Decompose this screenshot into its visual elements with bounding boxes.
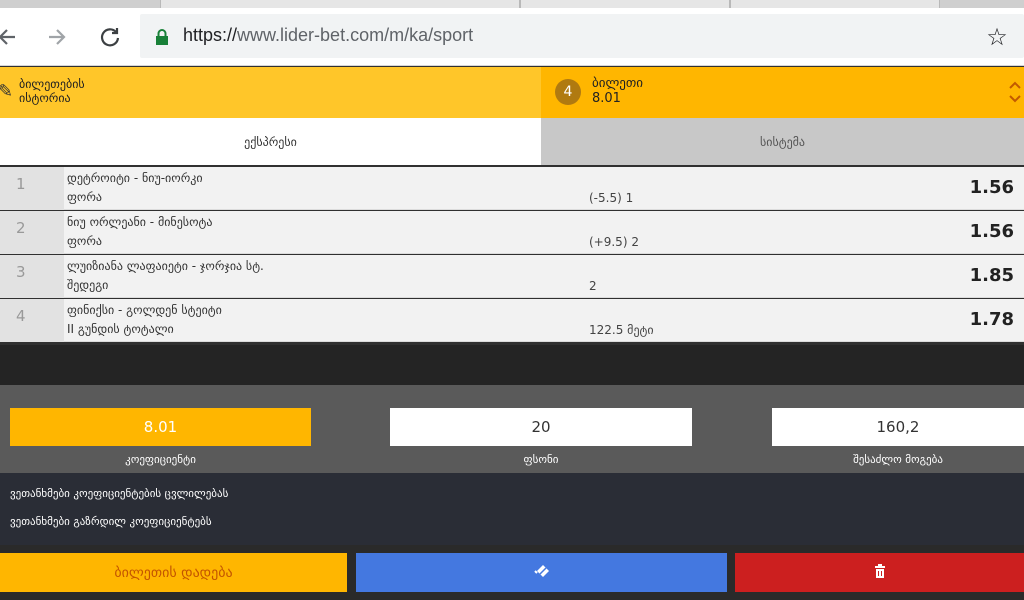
bet-market: ფორა [67, 234, 102, 248]
coefficient-field: 8.01 [10, 408, 311, 446]
bet-pick: 122.5 მეტი [589, 323, 654, 337]
ticket-title: ბილეთი [592, 76, 644, 91]
bet-market: ფორა [67, 190, 102, 204]
stake-label: ფსონი [523, 453, 559, 466]
reload-icon[interactable] [95, 22, 125, 52]
possible-win-label: შესაძლო მოგება [853, 453, 943, 466]
bet-market: შედეგი [67, 278, 109, 292]
bet-odd: 1.78 [969, 309, 1014, 330]
bet-number: 2 [0, 211, 64, 254]
browser-tab[interactable] [730, 0, 940, 8]
url-scheme: https:// [183, 25, 238, 45]
bet-odd: 1.56 [969, 177, 1014, 198]
odds-change-options: ვეთანხმები კოეფიციენტების ცვლილებას ვეთა… [0, 473, 1024, 545]
bet-market: II გუნდის ტოტალი [67, 322, 174, 336]
spacer-band [0, 345, 1024, 385]
stake-input[interactable]: 20 [390, 408, 692, 446]
browser-tab-strip [0, 0, 1024, 8]
accept-increased-odds-option[interactable]: ვეთანხმები გაზრდილ კოეფიციენტებს [10, 515, 212, 528]
trash-icon [874, 563, 886, 582]
bet-pick: (+9.5) 2 [589, 235, 639, 249]
accept-odds-changes-option[interactable]: ვეთანხმები კოეფიციენტების ცვლილებას [10, 487, 228, 500]
ticket-summary[interactable]: 4 ბილეთი 8.01 [541, 67, 1024, 118]
action-bar: ბილეთის დადება [0, 545, 1024, 600]
browser-tab[interactable] [160, 0, 520, 8]
bet-number: 3 [0, 255, 64, 298]
bet-row[interactable]: 2 ნიუ ორლეანი - მინესოტა ფორა (+9.5) 2 1… [0, 211, 1024, 254]
stake-panel: 8.01 20 160,2 კოეფიციენტი ფსონი შესაძლო … [0, 385, 1024, 473]
arrow-right-icon[interactable] [42, 22, 72, 52]
browser-toolbar: https://www.lider-bet.com/m/ka/sport ☆ [0, 8, 1024, 66]
delete-ticket-button[interactable] [735, 553, 1024, 592]
ticket-count-badge: 4 [555, 79, 581, 105]
ticket-history-label: ბილეთების ისტორია [19, 77, 85, 105]
bet-row[interactable]: 4 ფინიქსი - გოლდენ სტეიტი II გუნდის ტოტა… [0, 299, 1024, 342]
bet-event: დეტროიტი - ნიუ-იორკი [67, 171, 203, 185]
chevron-up-down-icon[interactable] [1008, 79, 1022, 107]
betslip-header: ✎ ბილეთების ისტორია 4 ბილეთი 8.01 [0, 67, 1024, 118]
place-bet-button[interactable]: ბილეთის დადება [0, 553, 347, 592]
ticket-button[interactable] [356, 553, 727, 592]
arrow-left-icon[interactable] [0, 22, 22, 52]
bet-pick: 2 [589, 279, 597, 293]
bet-event: ნიუ ორლეანი - მინესოტა [67, 215, 213, 229]
bet-row[interactable]: 1 დეტროიტი - ნიუ-იორკი ფორა (-5.5) 1 1.5… [0, 167, 1024, 210]
tab-express[interactable]: ექსპრესი [0, 118, 541, 165]
ticket-odds: 8.01 [592, 91, 621, 106]
bet-odd: 1.56 [969, 221, 1014, 242]
bet-pick: (-5.5) 1 [589, 191, 634, 205]
bet-event: ლუიზიანა ლაფაიეტი - ჯორჯია სტ. [67, 259, 264, 273]
bet-row[interactable]: 3 ლუიზიანა ლაფაიეტი - ჯორჯია სტ. შედეგი … [0, 255, 1024, 298]
bet-event: ფინიქსი - გოლდენ სტეიტი [67, 303, 222, 317]
pencil-icon: ✎ [0, 81, 14, 102]
bet-number: 1 [0, 167, 64, 210]
browser-tab[interactable] [520, 0, 730, 8]
star-icon[interactable]: ☆ [982, 22, 1012, 52]
bet-number: 4 [0, 299, 64, 342]
bet-type-tabs: ექსპრესი სისტემა [0, 118, 1024, 165]
bet-odd: 1.85 [969, 265, 1014, 286]
coefficient-label: კოეფიციენტი [125, 453, 196, 466]
possible-win-field: 160,2 [772, 408, 1024, 446]
lock-icon [152, 27, 172, 47]
url-text[interactable]: https://www.lider-bet.com/m/ka/sport [183, 25, 473, 46]
tab-system[interactable]: სისტემა [541, 118, 1024, 165]
ticket-icon [533, 563, 550, 582]
url-path: www.lider-bet.com/m/ka/sport [237, 25, 474, 45]
ticket-history-button[interactable]: ✎ ბილეთების ისტორია [0, 67, 541, 118]
